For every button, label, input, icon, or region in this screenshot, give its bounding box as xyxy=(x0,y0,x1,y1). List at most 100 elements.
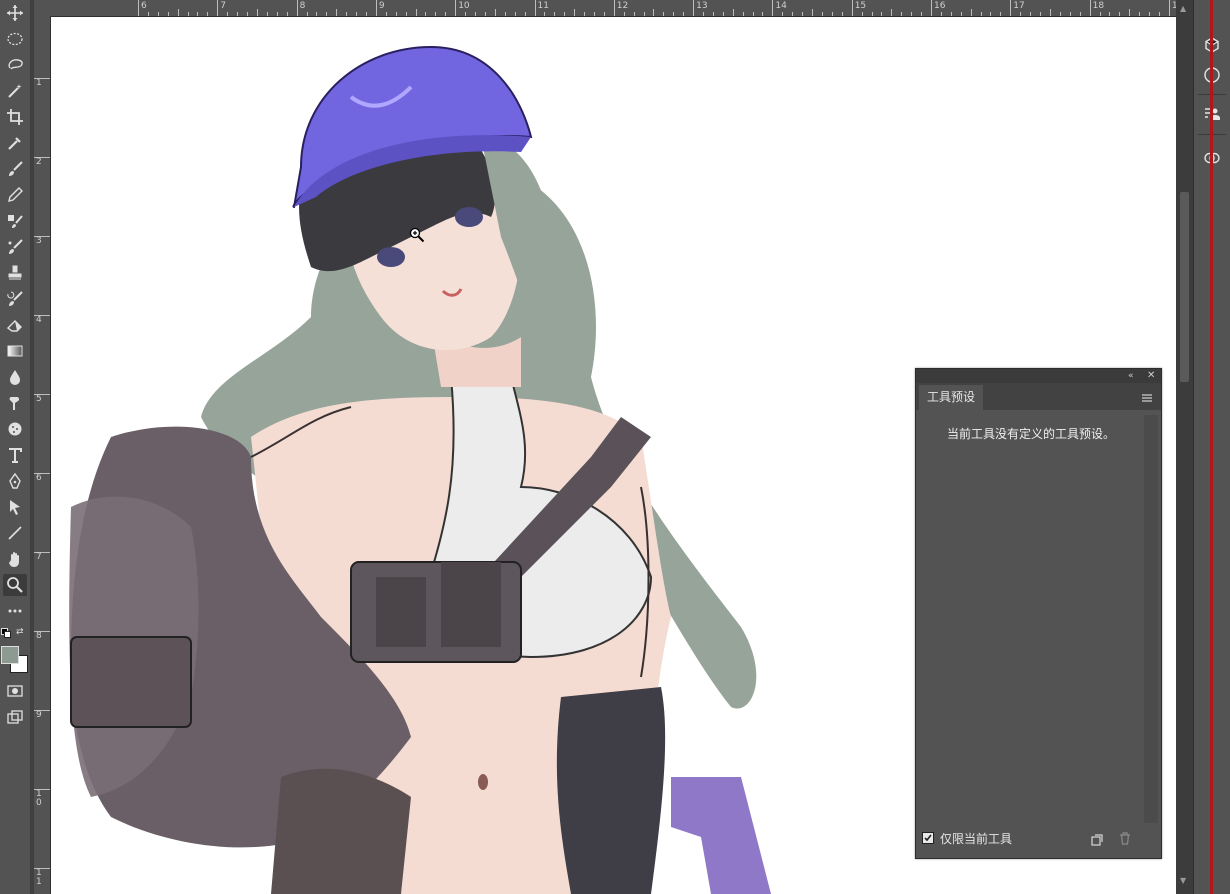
history-brush-tool-icon[interactable] xyxy=(3,288,27,310)
vertical-scrollbar[interactable]: ▲ ▼ xyxy=(1176,0,1193,894)
elliptical-marquee-tool-icon[interactable] xyxy=(3,28,27,50)
ruler-minor-tick xyxy=(564,12,566,16)
ruler-label: 12 xyxy=(616,1,629,11)
tab-tool-presets[interactable]: 工具预设 xyxy=(919,385,984,410)
ruler-origin[interactable] xyxy=(34,0,50,16)
mixer-brush-tool-icon[interactable] xyxy=(3,236,27,258)
ruler-label: 11 xyxy=(537,1,549,11)
ruler-label: 11 xyxy=(36,868,42,887)
magic-wand-tool-icon[interactable] xyxy=(3,80,27,102)
scrollbar-thumb[interactable] xyxy=(1180,192,1189,382)
ruler-minor-tick xyxy=(395,12,397,16)
foreground-color-swatch[interactable] xyxy=(1,646,19,664)
ruler-minor-tick xyxy=(703,12,704,16)
panel-tab-strip: 工具预设 xyxy=(916,383,1161,410)
collapse-panel-icon[interactable]: « xyxy=(1128,369,1134,383)
lasso-tool-icon[interactable] xyxy=(3,54,27,76)
smudge-tool-icon[interactable] xyxy=(3,392,27,414)
ruler-minor-tick xyxy=(831,12,833,16)
ruler-minor-tick xyxy=(921,12,923,16)
pen-tool-icon[interactable] xyxy=(3,470,27,492)
default-colors-icon[interactable] xyxy=(1,628,11,638)
ruler-minor-tick xyxy=(732,9,734,16)
ruler-label: 10 xyxy=(36,789,42,808)
color-replacement-tool-icon[interactable] xyxy=(3,210,27,232)
ruler-minor-tick xyxy=(336,9,338,16)
delete-preset-icon[interactable] xyxy=(1119,830,1131,845)
blur-tool-icon[interactable] xyxy=(3,366,27,388)
ruler-minor-tick xyxy=(207,12,209,16)
zoom-tool-icon[interactable] xyxy=(3,574,27,596)
move-tool-icon[interactable] xyxy=(3,2,27,24)
ruler-minor-tick xyxy=(960,12,962,16)
presets-list[interactable]: 当前工具没有定义的工具预设。 xyxy=(919,415,1143,823)
ruler-minor-tick xyxy=(841,12,843,16)
ruler-minor-tick xyxy=(356,12,358,16)
eyedropper-tool-icon[interactable] xyxy=(3,132,27,154)
type-tool-icon[interactable] xyxy=(3,444,27,466)
pencil-tool-icon[interactable] xyxy=(3,184,27,206)
ruler-minor-tick xyxy=(465,12,467,16)
ruler-minor-tick xyxy=(256,9,258,16)
ruler-tick xyxy=(1010,0,1012,16)
ruler-minor-tick xyxy=(911,12,913,16)
more-tools-icon[interactable] xyxy=(3,600,27,622)
tools-toolbar: ⇄ xyxy=(0,0,31,894)
ruler-minor-tick xyxy=(385,12,387,16)
horizontal-ruler[interactable]: 678910111213141516171819 xyxy=(50,0,1230,17)
scroll-down-icon[interactable]: ▼ xyxy=(1180,876,1186,885)
ruler-minor-tick xyxy=(901,12,903,16)
vertical-ruler[interactable]: 1 2 3 4 5 6 7 8 9 10 11 xyxy=(34,16,51,894)
ruler-minor-tick xyxy=(1069,12,1071,16)
ruler-minor-tick xyxy=(623,12,625,16)
ruler-minor-tick xyxy=(673,12,675,16)
ruler-minor-tick xyxy=(722,12,724,16)
scroll-up-icon[interactable]: ▲ xyxy=(1180,4,1186,13)
new-preset-icon[interactable] xyxy=(1091,831,1103,846)
swap-colors-icon[interactable]: ⇄ xyxy=(16,627,26,637)
ruler-minor-tick xyxy=(405,12,407,16)
ruler-label: 4 xyxy=(36,315,42,325)
ruler-minor-tick xyxy=(940,12,942,16)
ruler-minor-tick xyxy=(247,12,249,16)
ruler-minor-tick xyxy=(881,12,883,16)
ruler-tick xyxy=(693,0,695,16)
presets-scrollbar[interactable] xyxy=(1144,415,1158,823)
ruler-label: 7 xyxy=(220,1,227,11)
screen-mode-icon[interactable] xyxy=(3,706,27,728)
panel-titlebar[interactable]: « ✕ xyxy=(916,369,1161,383)
ruler-label: 6 xyxy=(141,1,147,11)
line-tool-icon[interactable] xyxy=(3,522,27,544)
ruler-minor-tick xyxy=(266,12,268,16)
ruler-minor-tick xyxy=(574,9,576,16)
ruler-tick xyxy=(931,0,932,16)
ruler-minor-tick xyxy=(415,9,417,16)
ruler-label: 8 xyxy=(299,1,306,11)
ruler-minor-tick xyxy=(1119,12,1121,16)
ruler-minor-tick xyxy=(445,12,447,16)
ruler-minor-tick xyxy=(425,12,427,16)
ruler-minor-tick xyxy=(177,9,179,16)
ruler-minor-tick xyxy=(167,12,169,16)
panel-menu-icon[interactable] xyxy=(1141,389,1153,402)
current-tool-only-checkbox[interactable] xyxy=(922,832,934,844)
ruler-minor-tick xyxy=(812,9,814,16)
gradient-tool-icon[interactable] xyxy=(3,340,27,362)
tool-presets-panel: « ✕ 工具预设 当前工具没有定义的工具预设。 仅限当前工具 xyxy=(915,368,1162,859)
empty-presets-message: 当前工具没有定义的工具预设。 xyxy=(947,427,1116,441)
close-panel-icon[interactable]: ✕ xyxy=(1147,369,1155,383)
path-selection-tool-icon[interactable] xyxy=(3,496,27,518)
eraser-tool-icon[interactable] xyxy=(3,314,27,336)
clone-stamp-tool-icon[interactable] xyxy=(3,262,27,284)
ruler-label: 8 xyxy=(36,631,42,641)
crop-tool-icon[interactable] xyxy=(3,106,27,128)
brush-tool-icon[interactable] xyxy=(3,158,27,180)
rotate-view-tool-icon[interactable] xyxy=(3,548,27,570)
window-edge-accent xyxy=(1210,0,1213,894)
quick-mask-icon[interactable] xyxy=(3,680,27,702)
ruler-minor-tick xyxy=(1158,12,1160,16)
ruler-minor-tick xyxy=(683,12,685,16)
ruler-minor-tick xyxy=(970,9,972,16)
sponge-tool-icon[interactable] xyxy=(3,418,27,440)
ruler-minor-tick xyxy=(990,12,992,16)
